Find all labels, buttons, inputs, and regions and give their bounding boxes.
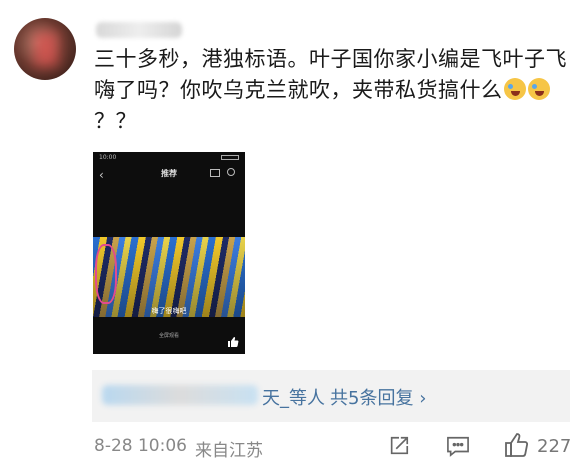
comment-location: 来自江苏 xyxy=(195,441,263,461)
reply-names-blurred xyxy=(102,385,258,405)
crying-laughing-emoji-icon xyxy=(503,78,526,100)
comment-tail: ？？ xyxy=(94,109,137,133)
like-icon[interactable] xyxy=(504,432,530,458)
replies-preview[interactable]: 天_等人 共5条回复 › xyxy=(92,370,570,422)
comment-icon[interactable] xyxy=(446,435,470,457)
avatar[interactable] xyxy=(14,18,76,80)
reply-count-link[interactable]: 共5条回复 › xyxy=(330,384,426,410)
status-bar: 10:00 xyxy=(99,154,239,162)
fullscreen-label: 全屏观看 xyxy=(158,333,179,339)
battery-icon xyxy=(221,155,239,160)
comment-body: 三十多秒，港独标语。叶子国你家小编是飞叶子飞嗨了吗？你吹乌克兰就吹，夹带私货搞什… xyxy=(94,47,567,102)
status-time: 10:00 xyxy=(99,154,117,161)
search-icon xyxy=(227,168,235,176)
share-icon[interactable] xyxy=(388,435,410,457)
username-blurred[interactable] xyxy=(96,22,182,38)
video-subtitle: 嗨了很嗨吧 xyxy=(151,307,187,315)
comment-text: 三十多秒，港独标语。叶子国你家小编是飞叶子飞嗨了吗？你吹乌克兰就吹，夹带私货搞什… xyxy=(94,44,570,137)
reply-names-suffix[interactable]: 天_等人 xyxy=(262,384,325,410)
like-count: 227 xyxy=(537,436,572,457)
reply-count-text: 共5条回复 xyxy=(330,388,414,409)
highlight-circle xyxy=(95,244,117,304)
crying-laughing-emoji-icon xyxy=(527,78,550,100)
thumbs-up-icon xyxy=(228,337,239,347)
cast-icon xyxy=(210,169,220,177)
comment-time: 8-28 10:06 xyxy=(94,436,187,456)
attached-screenshot-image[interactable]: 10:00 ‹ 推荐 嗨了很嗨吧 全屏观看 xyxy=(93,152,245,354)
screen-title: 推荐 xyxy=(161,169,177,178)
chevron-right-icon: › xyxy=(419,388,427,409)
